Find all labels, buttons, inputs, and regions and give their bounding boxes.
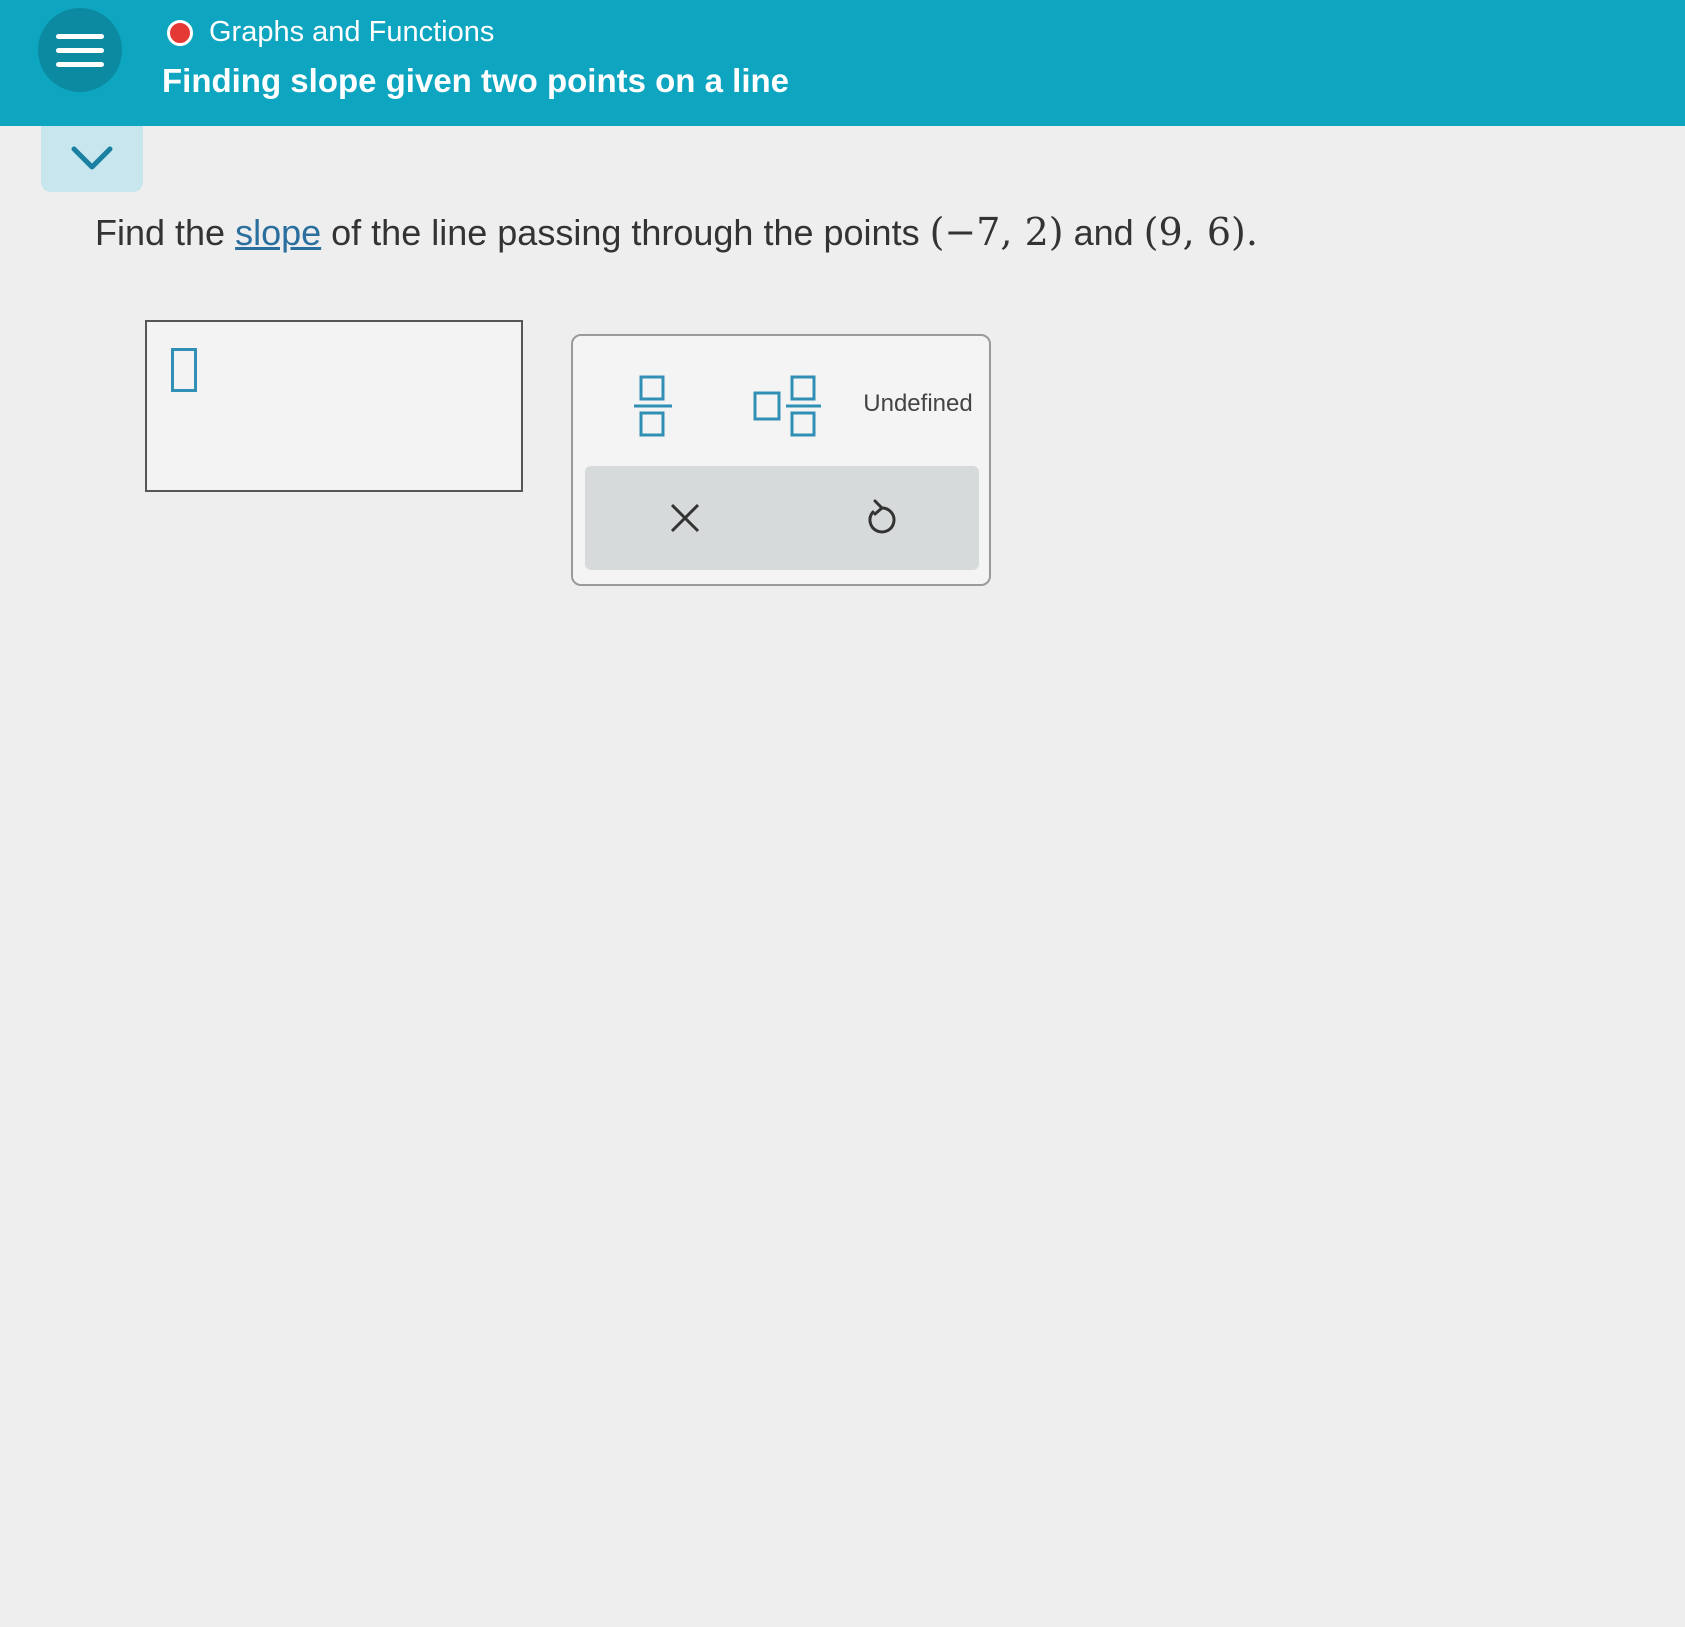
input-placeholder-box (171, 348, 197, 392)
menu-button[interactable] (38, 8, 122, 92)
math-keypad: Undefined (571, 334, 991, 586)
question-suffix: . (1245, 210, 1258, 254)
collapse-toggle-button[interactable] (41, 126, 143, 192)
lesson-title: Finding slope given two points on a line (162, 62, 789, 99)
mixed-number-button[interactable] (733, 364, 843, 448)
question-conjunction: and (1063, 212, 1144, 253)
point-two: (9, 6) (1143, 210, 1246, 254)
mixed-number-template-icon (753, 375, 821, 437)
chevron-down-icon (71, 146, 113, 170)
fraction-button[interactable] (613, 364, 693, 448)
hamburger-menu-icon (56, 61, 104, 67)
undefined-button[interactable]: Undefined (853, 374, 983, 434)
point-one: (−7, 2) (929, 210, 1064, 254)
hamburger-menu-icon (56, 47, 104, 53)
red-dot-icon (167, 20, 193, 46)
top-header: Graphs and Functions Finding slope given… (0, 0, 1685, 126)
topic-title: Graphs and Functions (209, 16, 495, 48)
undo-button[interactable] (841, 478, 921, 558)
slope-definition-link[interactable]: slope (235, 212, 321, 253)
question-middle: of the line passing through the points (321, 212, 930, 253)
fraction-template-icon (634, 375, 672, 437)
answer-input[interactable] (145, 320, 523, 492)
hamburger-menu-icon (56, 33, 104, 39)
x-icon (670, 503, 700, 533)
undo-icon (868, 499, 896, 534)
keypad-action-bar (585, 466, 979, 570)
question-text: Find the slope of the line passing throu… (95, 210, 1258, 254)
clear-button[interactable] (645, 478, 725, 558)
question-prefix: Find the (95, 212, 236, 253)
